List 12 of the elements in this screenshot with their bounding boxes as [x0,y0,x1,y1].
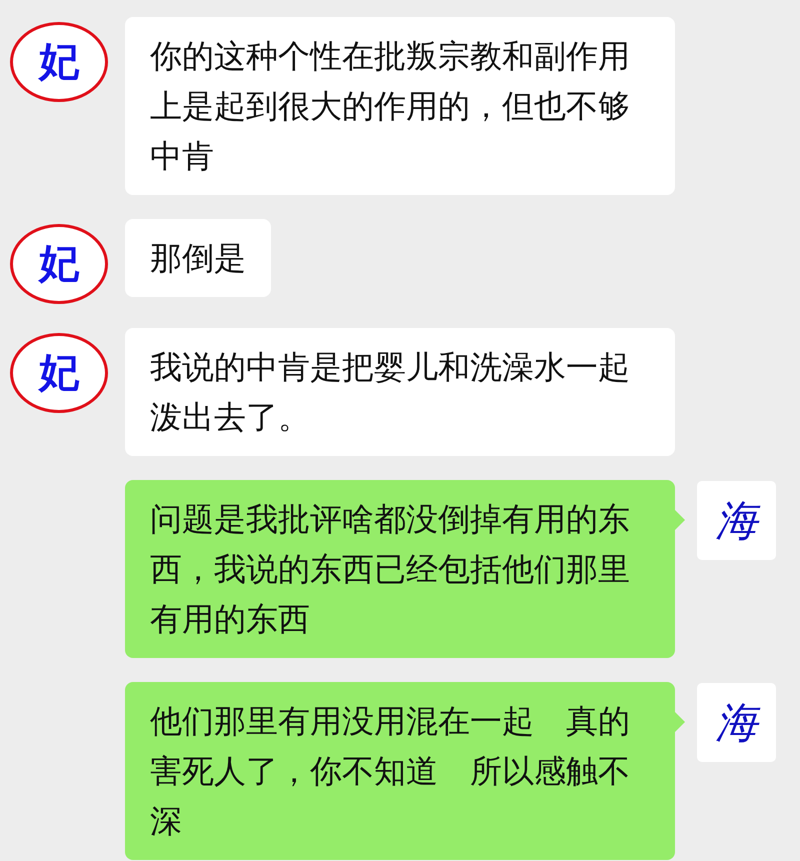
avatar[interactable]: 海 [697,481,776,560]
message-bubble: 他们那里有用没用混在一起 真的害死人了，你不知道 所以感触不深 [125,682,675,860]
avatar[interactable]: 海 [697,683,776,762]
avatar[interactable]: 妃 [10,224,108,304]
message-bubble: 你的这种个性在批叛宗教和副作用上是起到很大的作用的，但也不够中肯 [125,17,675,195]
message-bubble: 问题是我批评啥都没倒掉有用的东西，我说的东西已经包括他们那里有用的东西 [125,480,675,658]
avatar[interactable]: 妃 [10,22,108,102]
avatar[interactable]: 妃 [10,333,108,413]
message-bubble: 我说的中肯是把婴儿和洗澡水一起泼出去了。 [125,328,675,456]
bubble-tail [675,510,685,530]
message-bubble: 那倒是 [125,219,271,297]
bubble-tail [675,712,685,732]
